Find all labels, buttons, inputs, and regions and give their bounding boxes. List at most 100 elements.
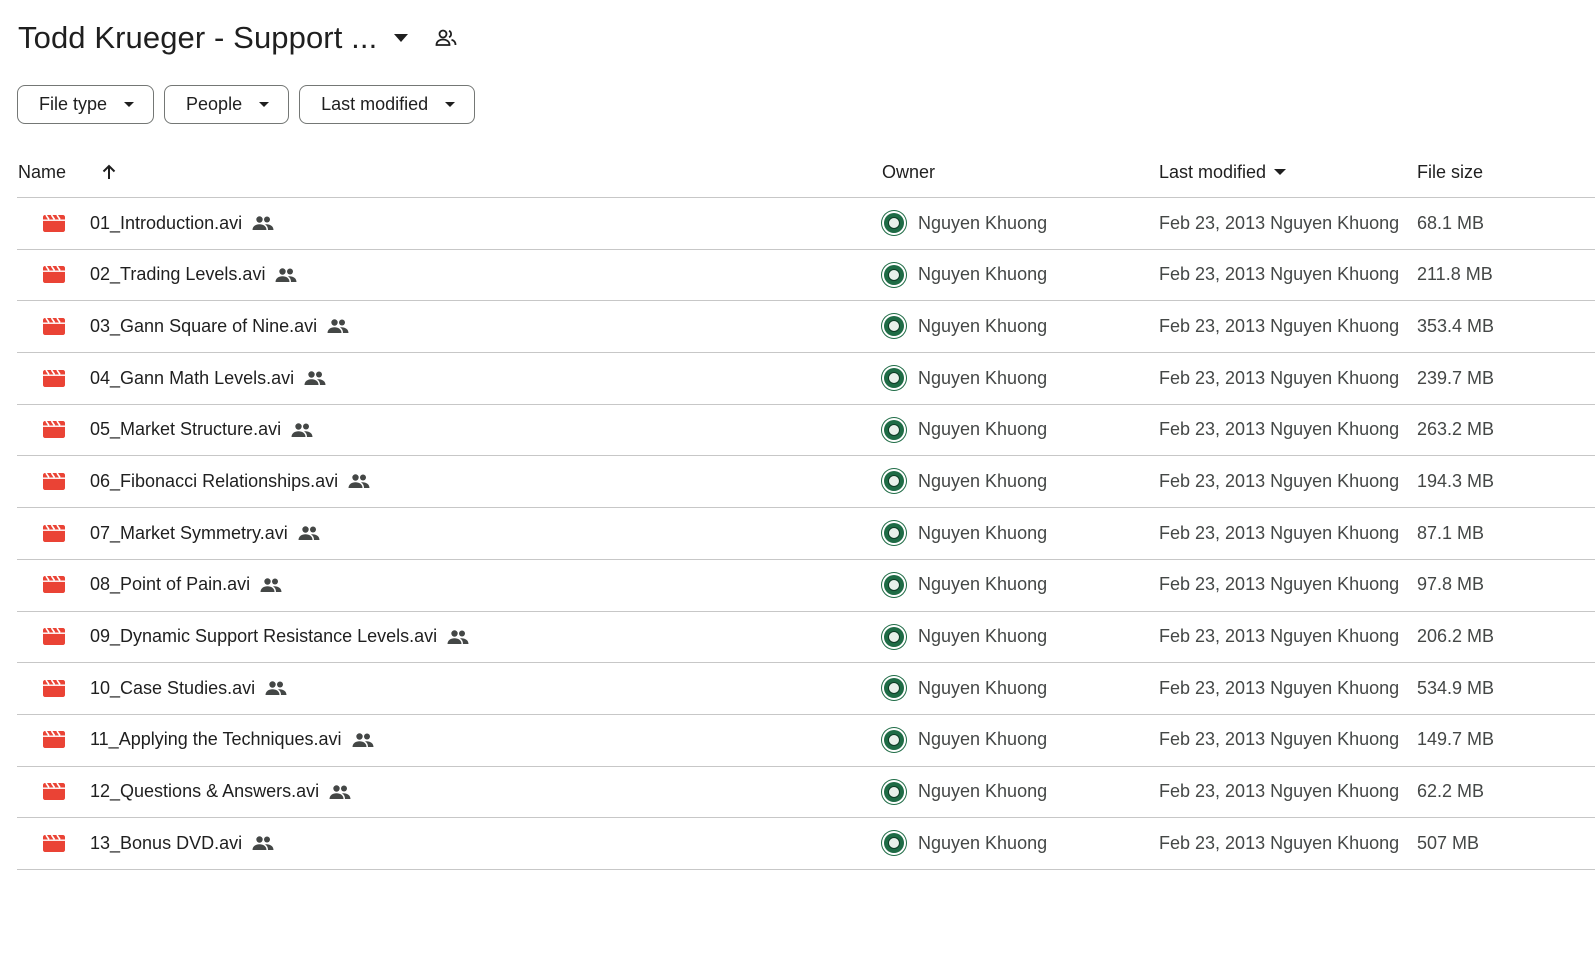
last-modified-cell: Feb 23, 2013 Nguyen Khuong bbox=[1159, 264, 1400, 285]
file-name-cell: 12_Questions & Answers.avi bbox=[90, 767, 351, 817]
shared-folder-icon[interactable] bbox=[433, 25, 459, 51]
column-header-name[interactable]: Name bbox=[18, 148, 66, 196]
file-row[interactable]: 11_Applying the Techniques.avi Nguyen Kh… bbox=[17, 715, 1595, 767]
owner-name: Nguyen Khuong bbox=[918, 367, 1048, 388]
caret-down-icon bbox=[444, 99, 456, 111]
last-modified-cell: Feb 23, 2013 Nguyen Khuong bbox=[1159, 419, 1400, 440]
filter-label: File type bbox=[39, 94, 108, 114]
shared-people-icon bbox=[352, 733, 374, 747]
last-modified-cell: Feb 23, 2013 Nguyen Khuong bbox=[1159, 212, 1400, 233]
filter-last-modified[interactable]: Last modified bbox=[299, 85, 476, 124]
video-file-icon bbox=[41, 767, 67, 817]
arrow-up-icon[interactable] bbox=[97, 148, 121, 196]
file-name[interactable]: 04_Gann Math Levels.avi bbox=[90, 368, 294, 389]
file-size-cell: 194.3 MB bbox=[1417, 470, 1495, 491]
caret-down-icon bbox=[258, 99, 270, 111]
owner-cell: Nguyen Khuong bbox=[882, 818, 1047, 868]
file-name[interactable]: 01_Introduction.avi bbox=[90, 213, 242, 234]
video-file-icon bbox=[41, 612, 67, 662]
shared-people-icon bbox=[329, 784, 351, 799]
file-name[interactable]: 11_Applying the Techniques.avi bbox=[90, 729, 342, 750]
video-file-icon bbox=[41, 198, 67, 248]
file-name-cell: 04_Gann Math Levels.avi bbox=[90, 353, 326, 403]
file-row[interactable]: 10_Case Studies.avi Nguyen Khuong Feb 23… bbox=[17, 663, 1595, 715]
file-name[interactable]: 12_Questions & Answers.avi bbox=[90, 781, 319, 802]
file-row[interactable]: 08_Point of Pain.avi Nguyen Khuong Feb 2… bbox=[17, 560, 1595, 612]
file-name-cell: 03_Gann Square of Nine.avi bbox=[90, 301, 349, 351]
shared-people-icon bbox=[304, 371, 326, 386]
file-name-cell: 06_Fibonacci Relationships.avi bbox=[90, 456, 370, 506]
column-header-owner[interactable]: Owner bbox=[882, 148, 935, 196]
owner-cell: Nguyen Khuong bbox=[882, 456, 1047, 506]
owner-name: Nguyen Khuong bbox=[918, 781, 1048, 802]
file-list: 01_Introduction.avi Nguyen Khuong Feb 23… bbox=[17, 198, 1595, 870]
file-row[interactable]: 13_Bonus DVD.avi Nguyen Khuong Feb 23, 2… bbox=[17, 818, 1595, 870]
file-row[interactable]: 06_Fibonacci Relationships.avi Nguyen Kh… bbox=[17, 456, 1595, 509]
last-modified-cell: Feb 23, 2013 Nguyen Khuong bbox=[1159, 626, 1400, 646]
avatar bbox=[882, 521, 906, 546]
file-size-cell: 507 MB bbox=[1417, 832, 1480, 853]
file-name[interactable]: 05_Market Structure.avi bbox=[90, 419, 281, 440]
owner-name: Nguyen Khuong bbox=[918, 574, 1048, 595]
file-name-cell: 08_Point of Pain.avi bbox=[90, 560, 282, 610]
video-file-icon bbox=[41, 560, 67, 610]
file-name-cell: 01_Introduction.avi bbox=[90, 198, 274, 248]
file-row[interactable]: 02_Trading Levels.avi Nguyen Khuong Feb … bbox=[17, 250, 1595, 302]
file-name[interactable]: 02_Trading Levels.avi bbox=[90, 264, 265, 285]
file-row[interactable]: 12_Questions & Answers.avi Nguyen Khuong… bbox=[17, 767, 1595, 819]
last-modified-cell: Feb 23, 2013 Nguyen Khuong bbox=[1159, 832, 1400, 853]
shared-people-icon bbox=[291, 423, 313, 437]
file-name-cell: 07_Market Symmetry.avi bbox=[90, 508, 320, 558]
filter-bar: File type People Last modified bbox=[17, 85, 476, 124]
avatar bbox=[882, 417, 906, 442]
file-name[interactable]: 03_Gann Square of Nine.avi bbox=[90, 316, 317, 337]
video-file-icon bbox=[41, 301, 67, 351]
video-file-icon bbox=[41, 508, 67, 558]
avatar bbox=[882, 262, 906, 287]
file-name[interactable]: 09_Dynamic Support Resistance Levels.avi bbox=[90, 626, 437, 647]
avatar bbox=[882, 676, 906, 701]
caret-down-icon bbox=[1274, 169, 1287, 175]
file-size-cell: 97.8 MB bbox=[1417, 574, 1485, 595]
owner-cell: Nguyen Khuong bbox=[882, 353, 1047, 403]
file-name[interactable]: 07_Market Symmetry.avi bbox=[90, 523, 288, 544]
owner-name: Nguyen Khuong bbox=[918, 677, 1048, 698]
file-name[interactable]: 06_Fibonacci Relationships.avi bbox=[90, 471, 338, 492]
avatar bbox=[882, 831, 906, 856]
file-row[interactable]: 03_Gann Square of Nine.avi Nguyen Khuong… bbox=[17, 301, 1595, 354]
column-header-last-modified[interactable]: Last modified bbox=[1159, 148, 1287, 196]
file-size-cell: 353.4 MB bbox=[1417, 315, 1495, 336]
shared-people-icon bbox=[252, 836, 274, 851]
filter-people[interactable]: People bbox=[164, 85, 290, 124]
file-row[interactable]: 01_Introduction.avi Nguyen Khuong Feb 23… bbox=[17, 198, 1595, 250]
last-modified-cell: Feb 23, 2013 Nguyen Khuong bbox=[1159, 367, 1400, 388]
file-name-cell: 10_Case Studies.avi bbox=[90, 663, 287, 713]
file-row[interactable]: 09_Dynamic Support Resistance Levels.avi… bbox=[17, 612, 1595, 664]
avatar bbox=[882, 314, 906, 339]
file-name-cell: 13_Bonus DVD.avi bbox=[90, 818, 274, 868]
file-row[interactable]: 07_Market Symmetry.avi Nguyen Khuong Feb… bbox=[17, 508, 1595, 560]
file-row[interactable]: 05_Market Structure.avi Nguyen Khuong Fe… bbox=[17, 405, 1595, 457]
owner-cell: Nguyen Khuong bbox=[882, 663, 1047, 713]
file-size-cell: 534.9 MB bbox=[1417, 677, 1495, 698]
owner-cell: Nguyen Khuong bbox=[882, 560, 1047, 610]
video-file-icon bbox=[41, 818, 67, 868]
folder-title[interactable]: Todd Krueger - Support ... bbox=[18, 20, 377, 56]
file-name-cell: 09_Dynamic Support Resistance Levels.avi bbox=[90, 612, 469, 662]
file-name[interactable]: 10_Case Studies.avi bbox=[90, 678, 255, 699]
file-name[interactable]: 08_Point of Pain.avi bbox=[90, 574, 250, 595]
file-name[interactable]: 13_Bonus DVD.avi bbox=[90, 833, 242, 854]
filter-file-type[interactable]: File type bbox=[17, 85, 155, 124]
owner-name: Nguyen Khuong bbox=[918, 522, 1048, 543]
folder-menu-caret-icon[interactable] bbox=[391, 28, 411, 48]
last-modified-cell: Feb 23, 2013 Nguyen Khuong bbox=[1159, 729, 1400, 750]
file-row[interactable]: 04_Gann Math Levels.avi Nguyen Khuong Fe… bbox=[17, 353, 1595, 405]
column-header-file-size[interactable]: File size bbox=[1417, 148, 1483, 196]
shared-people-icon bbox=[447, 629, 469, 644]
file-size-cell: 239.7 MB bbox=[1417, 367, 1495, 388]
owner-name: Nguyen Khuong bbox=[918, 832, 1048, 853]
avatar bbox=[882, 624, 906, 649]
folder-header: Todd Krueger - Support ... bbox=[18, 14, 459, 62]
owner-cell: Nguyen Khuong bbox=[882, 612, 1047, 662]
shared-people-icon bbox=[348, 474, 370, 489]
